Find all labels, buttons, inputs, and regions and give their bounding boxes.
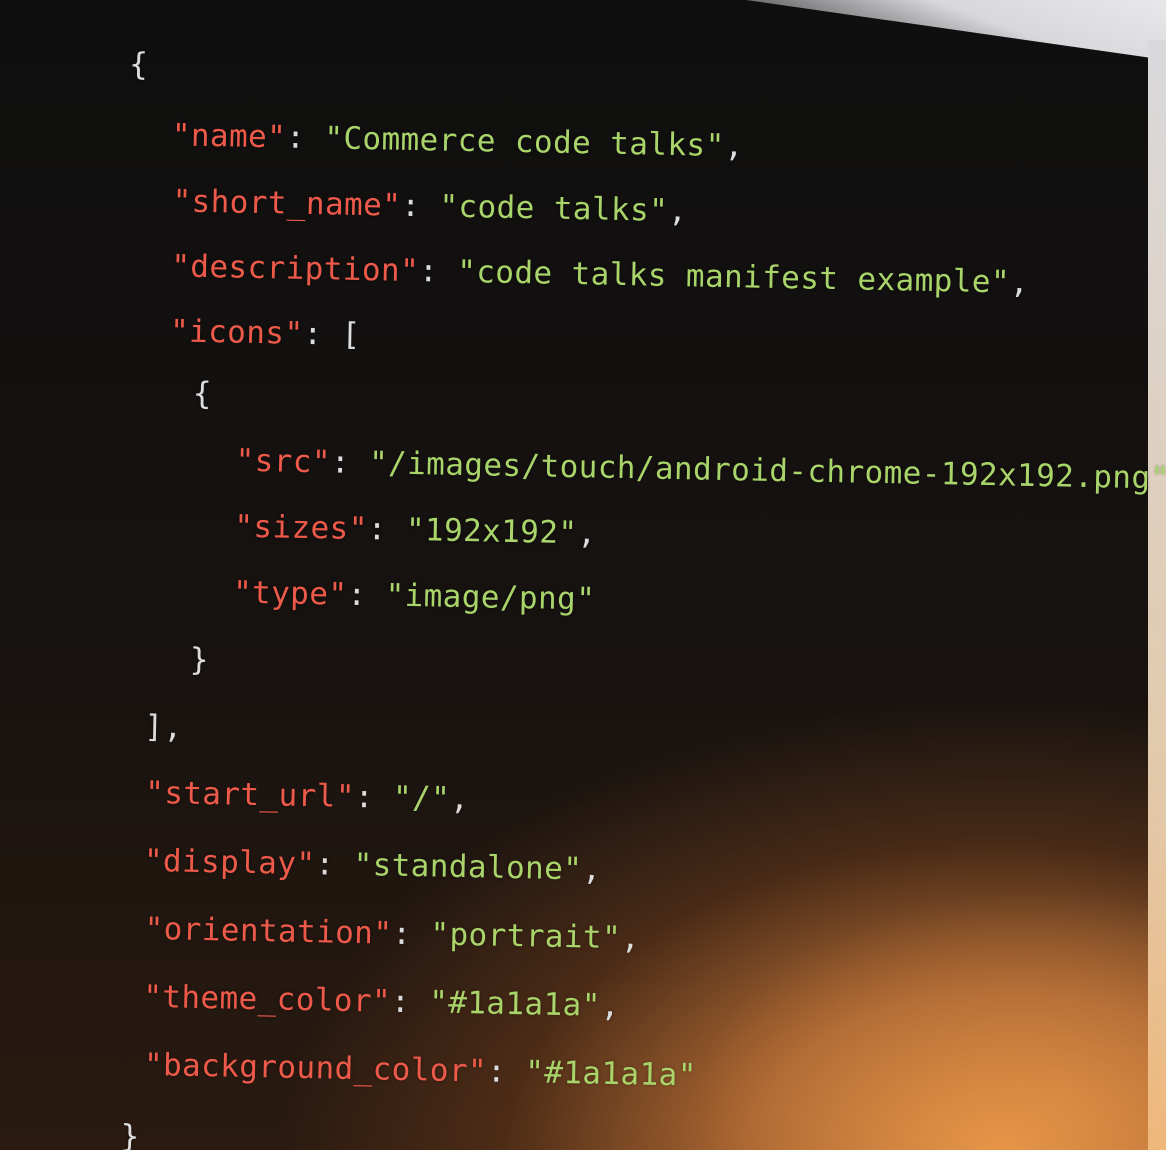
description-value: "code talks manifest example" [456, 253, 1011, 301]
colon: : [347, 576, 386, 614]
colon: : [303, 315, 342, 353]
colon: : [418, 253, 458, 290]
comma: , [620, 920, 641, 957]
background-color-value: "#1a1a1a" [524, 1054, 698, 1094]
photo-of-code-slide: { "name": "Commerce code talks", "short_… [0, 0, 1166, 1150]
comma: , [1009, 264, 1030, 301]
type-value: "image/png" [385, 577, 596, 618]
comma: , [724, 127, 745, 165]
colon: : [486, 1053, 526, 1091]
icons-open-bracket: [ [341, 316, 362, 353]
icon-object-close-brace: } [189, 641, 210, 679]
code-line-close-brace: } [5, 1074, 141, 1150]
type-key: "type" [232, 574, 348, 613]
background-color-key: "background_color" [143, 1046, 488, 1090]
close-brace: } [120, 1118, 141, 1150]
screen-edge [1148, 40, 1166, 1150]
json-code-block: { "name": "Commerce code talks", "short_… [0, 0, 1166, 1150]
